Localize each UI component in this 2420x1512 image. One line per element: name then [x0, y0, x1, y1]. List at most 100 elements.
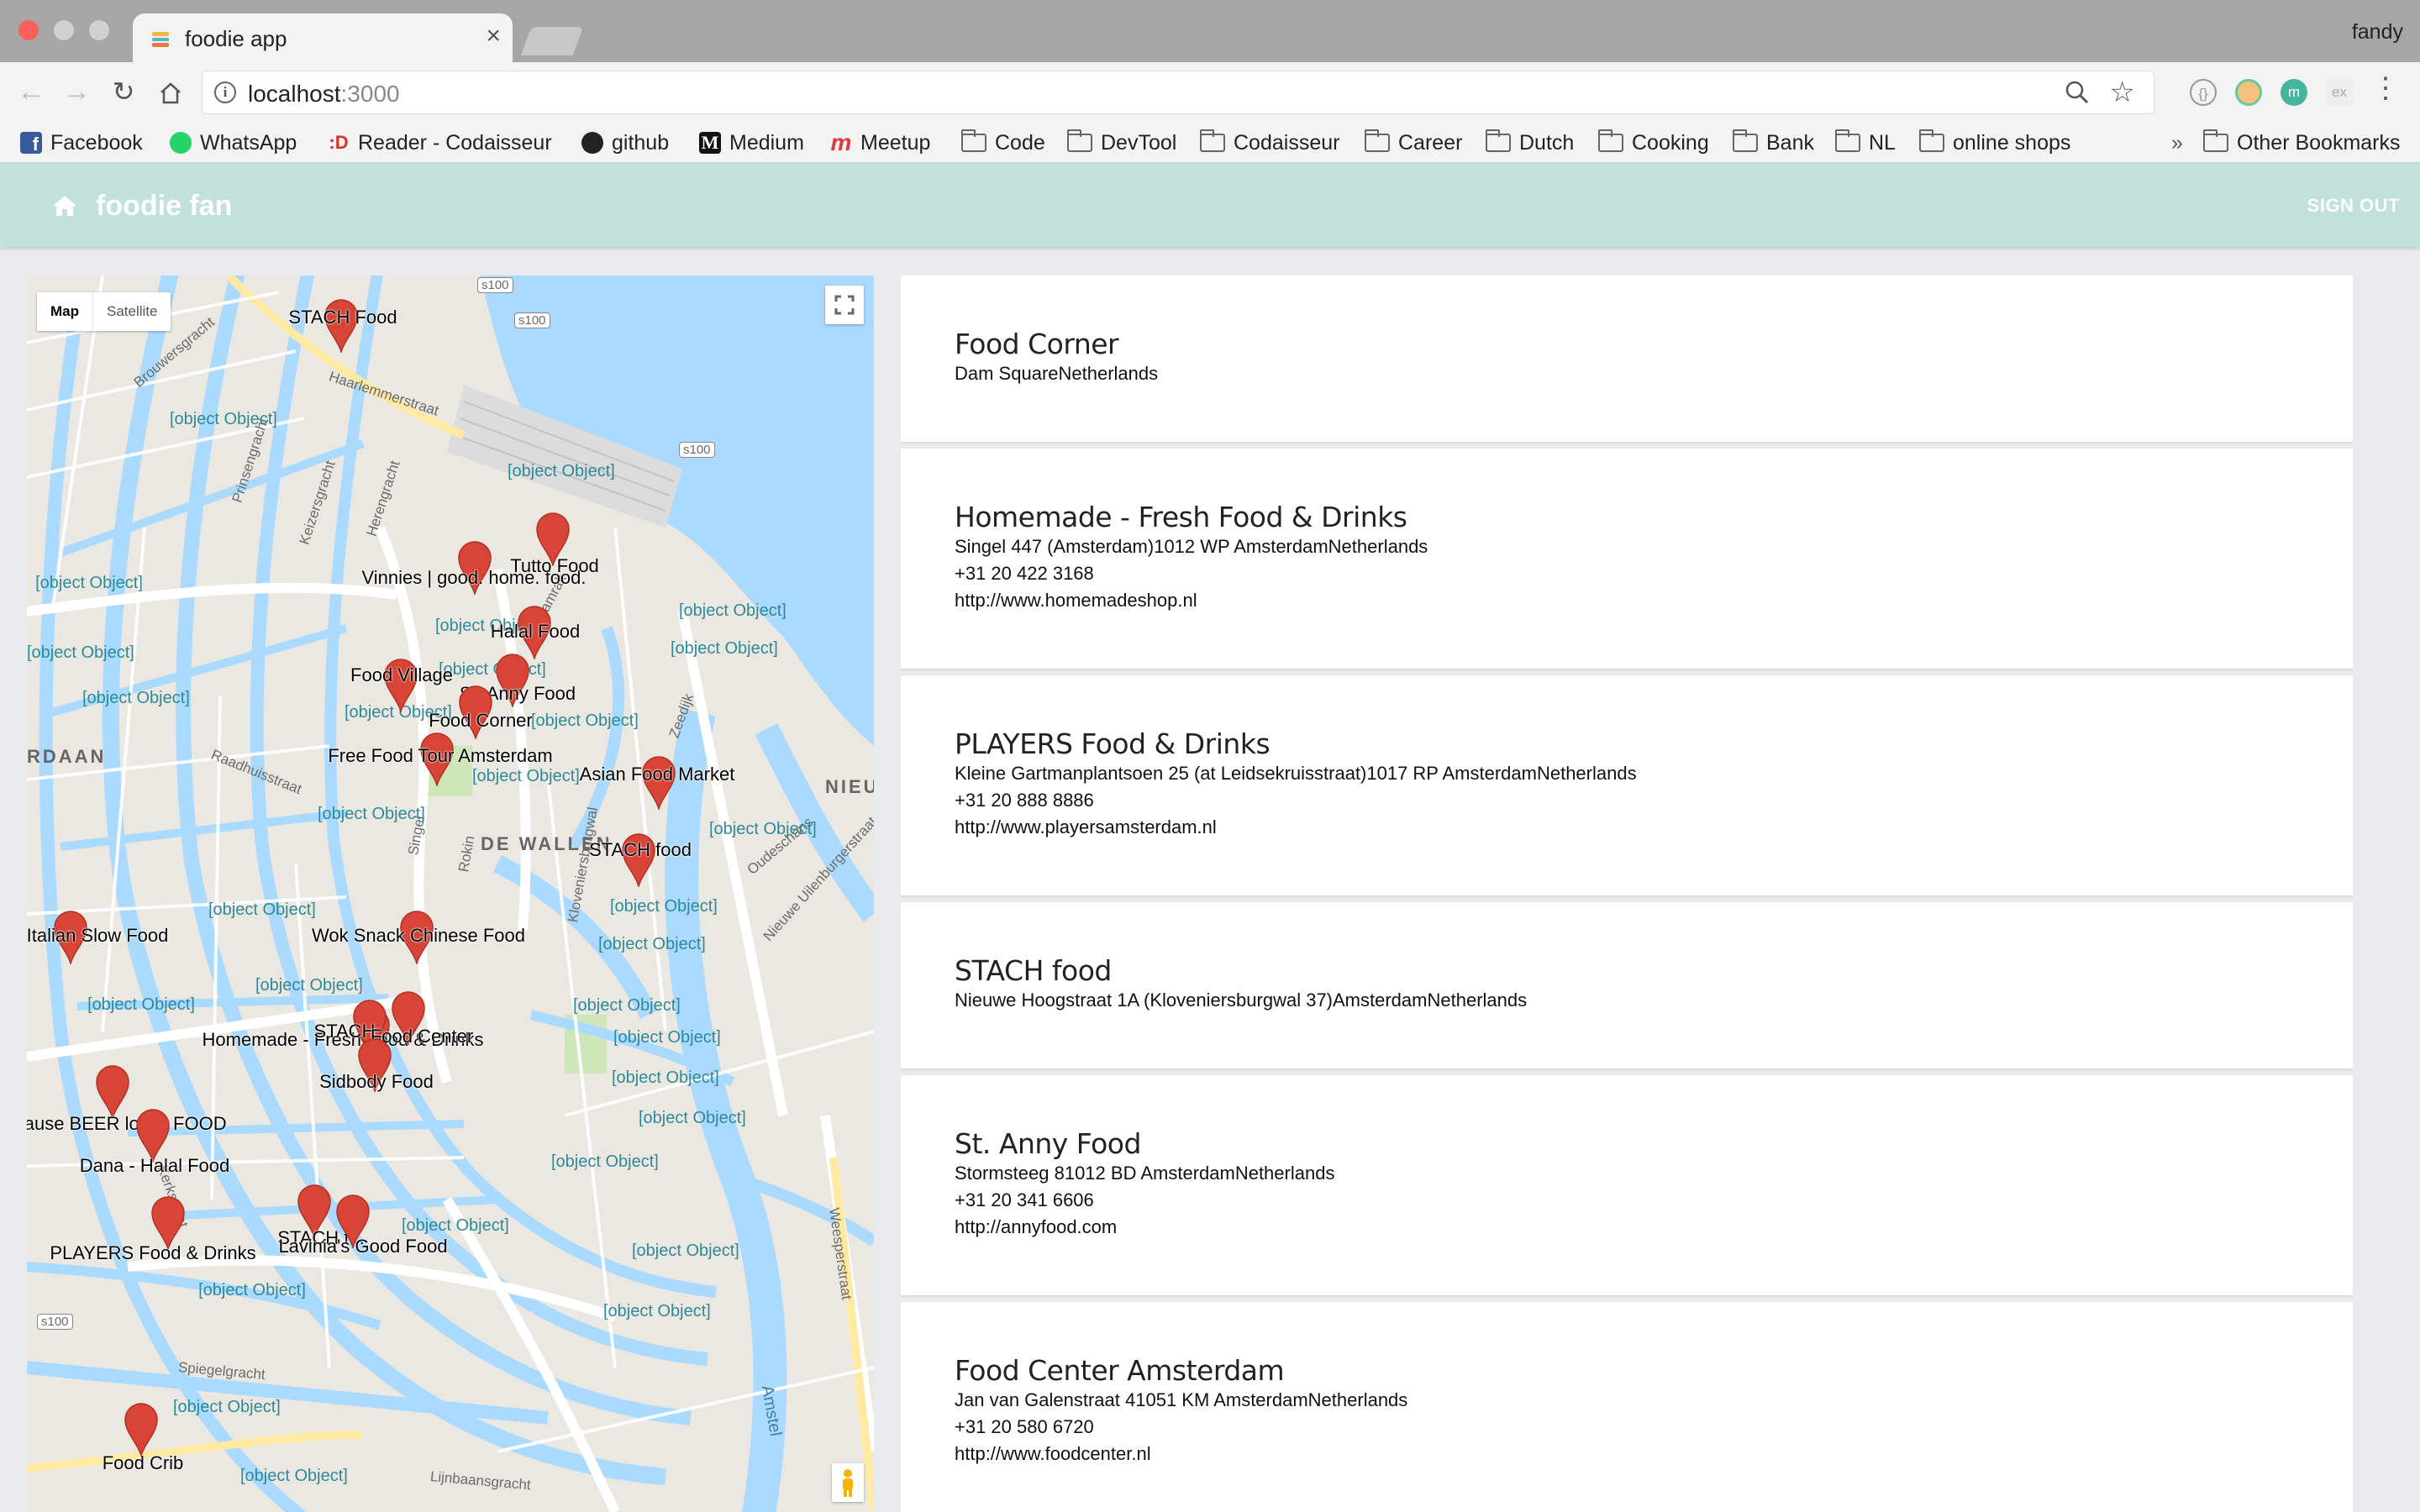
map-marker-label: Tutto Food [510, 555, 599, 576]
extension-2-icon[interactable] [2235, 79, 2262, 106]
bookmark-label: github [612, 130, 670, 155]
folder-icon [1067, 129, 1092, 152]
bookmark-label: Cooking [1632, 130, 1709, 155]
map-marker-label: Food Village [350, 664, 453, 685]
restaurant-address: Kleine Gartmanplantsoen 25 (at Leidsekru… [955, 763, 1637, 784]
folder-icon [1486, 129, 1511, 152]
address-bar[interactable]: i localhost:3000 ☆ [202, 71, 2154, 114]
map-marker-label: Italian Slow Food [27, 925, 169, 946]
folder-icon [1200, 129, 1225, 152]
bookmark-star-icon[interactable]: ☆ [2110, 76, 2135, 109]
bookmark-folder-devtool[interactable]: DevTool [1067, 129, 1176, 157]
restaurant-address: Nieuwe Hoogstraat 1A (Kloveniersburgwal … [955, 990, 1528, 1011]
sign-out-button[interactable]: SIGN OUT [2307, 195, 2400, 217]
place-label: [object Object] [170, 410, 277, 428]
fullscreen-icon [834, 295, 855, 315]
map-marker-label: Wok Snack Chinese Food [312, 925, 525, 946]
place-label: [object Object] [671, 639, 778, 658]
bookmark-github[interactable]: github [581, 129, 669, 157]
folder-icon [1598, 129, 1623, 152]
extension-3-icon[interactable]: m [2281, 79, 2307, 106]
maximize-window-button[interactable] [89, 20, 109, 40]
bookmark-label: Medium [729, 130, 804, 155]
profile-name[interactable]: fandy [2352, 20, 2403, 45]
fullscreen-button[interactable] [825, 286, 864, 324]
back-icon[interactable]: ← [12, 72, 50, 111]
street-view-pegman[interactable] [832, 1463, 864, 1502]
map-canvas[interactable] [27, 276, 874, 1512]
bookmark-label: Bank [1766, 130, 1814, 155]
map-marker-pin[interactable] [96, 1065, 129, 1119]
browser-menu-icon[interactable]: ⋮ [2371, 74, 2400, 102]
restaurant-card[interactable]: Food Corner Dam SquareNetherlands [901, 276, 2353, 442]
app-title[interactable]: foodie fan [96, 190, 232, 223]
bookmark-label: online shops [1953, 130, 2071, 155]
place-label: [object Object] [632, 1242, 739, 1260]
new-tab-button[interactable] [520, 27, 584, 55]
site-info-icon[interactable]: i [214, 81, 236, 103]
restaurant-card[interactable]: STACH food Nieuwe Hoogstraat 1A (Kloveni… [901, 902, 2353, 1068]
restaurant-map[interactable]: s100 s100 s100 s100 Haarlemmerstraat Pri… [27, 276, 874, 1512]
map-type-satellite-button[interactable]: Satellite [92, 292, 171, 331]
reader-icon: :D [329, 132, 349, 153]
restaurant-website[interactable]: http://www.playersamsterdam.nl [955, 816, 1217, 838]
place-label: [object Object] [35, 574, 143, 592]
folder-icon [2203, 129, 2228, 152]
restaurant-card[interactable]: St. Anny Food Stormsteeg 81012 BD Amster… [901, 1075, 2353, 1295]
place-label: [object Object] [240, 1467, 348, 1485]
restaurant-card[interactable]: Food Center Amsterdam Jan van Galenstraa… [901, 1302, 2353, 1512]
map-type-map-button[interactable]: Map [37, 292, 92, 331]
restaurant-phone: +31 20 888 8886 [955, 790, 1094, 811]
bookmark-folder-nl[interactable]: NL [1835, 129, 1896, 157]
tab-close-icon[interactable]: × [486, 22, 501, 50]
bookmark-label: WhatsApp [200, 130, 297, 155]
reload-icon[interactable]: ↻ [104, 72, 143, 111]
forward-icon[interactable]: → [57, 72, 96, 111]
map-marker-pin[interactable] [124, 1403, 158, 1457]
meetup-icon: m [830, 129, 852, 155]
bookmark-folder-career[interactable]: Career [1365, 129, 1462, 157]
restaurant-card[interactable]: PLAYERS Food & Drinks Kleine Gartmanplan… [901, 675, 2353, 895]
browser-titlebar: foodie app × fandy [0, 0, 2420, 62]
bookmark-folder-codaisseur[interactable]: Codaisseur [1200, 129, 1339, 157]
bookmarks-bar: f Facebook WhatsApp :D Reader - Codaisse… [0, 124, 2420, 163]
map-marker-label: Halal Food [490, 621, 581, 642]
folder-icon [1365, 129, 1390, 152]
bookmark-label: Codaisseur [1234, 130, 1340, 155]
map-marker-label: Lavinia's Good Food [278, 1236, 448, 1257]
minimize-window-button[interactable] [54, 20, 74, 40]
home-icon[interactable] [52, 195, 77, 217]
bookmark-folder-code[interactable]: Code [961, 129, 1045, 157]
map-marker-label: STACH Food [288, 307, 397, 328]
home-button-icon[interactable] [158, 81, 183, 106]
zoom-icon[interactable] [2065, 78, 2090, 107]
bookmark-reader[interactable]: :D Reader - Codaisseur [328, 129, 552, 157]
whatsapp-icon [170, 132, 192, 154]
bookmark-folder-online-shops[interactable]: online shops [1919, 129, 2070, 157]
bookmark-whatsapp[interactable]: WhatsApp [170, 129, 297, 157]
bookmark-folder-dutch[interactable]: Dutch [1486, 129, 1574, 157]
restaurant-phone: +31 20 341 6606 [955, 1189, 1094, 1210]
map-type-control: Map Satellite [37, 292, 171, 331]
restaurant-card[interactable]: Homemade - Fresh Food & Drinks Singel 44… [901, 449, 2353, 669]
other-bookmarks[interactable]: Other Bookmarks [2203, 129, 2401, 157]
bookmark-label: Reader - Codaisseur [358, 130, 552, 155]
bookmark-medium[interactable]: M Medium [699, 129, 804, 157]
close-window-button[interactable] [18, 20, 39, 40]
place-label: [object Object] [318, 805, 425, 823]
restaurant-website[interactable]: http://www.foodcenter.nl [955, 1443, 1151, 1465]
bookmark-facebook[interactable]: f Facebook [20, 129, 143, 157]
tab-title: foodie app [185, 26, 287, 51]
bookmark-folder-bank[interactable]: Bank [1733, 129, 1814, 157]
extension-1-icon[interactable]: {} [2190, 79, 2217, 106]
bookmark-meetup[interactable]: m Meetup [830, 129, 931, 157]
bookmark-folder-cooking[interactable]: Cooking [1598, 129, 1709, 157]
place-label: [object Object] [82, 689, 190, 707]
place-label: [object Object] [551, 1152, 659, 1171]
extension-4-icon[interactable]: ex [2326, 79, 2353, 106]
bookmarks-overflow-icon[interactable]: » [2171, 129, 2183, 157]
folder-icon [1835, 129, 1860, 152]
restaurant-website[interactable]: http://www.homemadeshop.nl [955, 590, 1197, 612]
restaurant-website[interactable]: http://annyfood.com [955, 1216, 1117, 1238]
browser-tab[interactable]: foodie app × [133, 13, 513, 62]
